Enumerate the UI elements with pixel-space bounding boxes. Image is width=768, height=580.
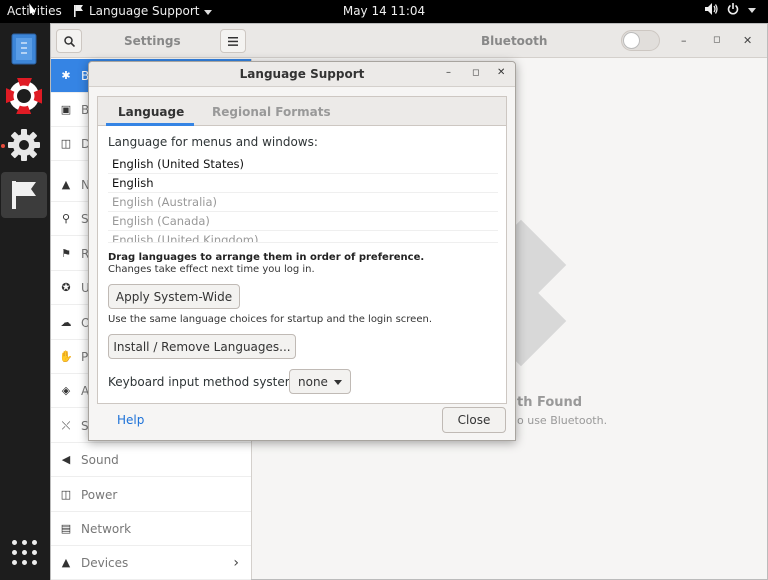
diamond-icon: ◈ bbox=[61, 384, 71, 397]
sidebar-item-sound[interactable]: ◀ Sound bbox=[51, 443, 251, 477]
apply-system-wide-button[interactable]: Apply System-Wide bbox=[108, 284, 240, 309]
settings-title: Settings bbox=[124, 34, 181, 48]
panel-title: Bluetooth bbox=[481, 34, 548, 48]
dock-settings[interactable] bbox=[1, 122, 47, 168]
sidebar-item-power[interactable]: ◫ Power bbox=[51, 478, 251, 512]
chevron-right-icon: › bbox=[233, 554, 239, 571]
power-icon bbox=[727, 3, 739, 15]
list-item[interactable]: English bbox=[108, 174, 498, 193]
list-item[interactable]: English (Australia) bbox=[108, 193, 498, 212]
keyboard-input-label: Keyboard input method system: bbox=[108, 375, 301, 389]
sidebar-item-label: Power bbox=[81, 487, 118, 502]
sidebar-item-devices[interactable]: ▲ Devices › bbox=[51, 546, 251, 580]
hamburger-icon bbox=[228, 36, 238, 46]
search-button[interactable] bbox=[56, 29, 82, 53]
tab-regional-formats[interactable]: Regional Formats bbox=[212, 105, 331, 119]
show-applications-button[interactable] bbox=[12, 540, 38, 566]
help-button[interactable]: Help bbox=[117, 413, 144, 427]
effect-hint: Changes take effect next time you log in… bbox=[108, 264, 315, 275]
clock[interactable]: May 14 11:04 bbox=[0, 4, 768, 18]
sidebar-item-label: Devices bbox=[81, 555, 129, 570]
list-item[interactable]: English (United States) bbox=[108, 155, 498, 174]
select-value: none bbox=[298, 374, 328, 389]
gear-icon bbox=[8, 129, 40, 161]
close-dialog-button[interactable]: ✕ bbox=[497, 67, 505, 78]
devices-icon: ▲ bbox=[61, 556, 71, 569]
minimize-button[interactable]: – bbox=[681, 34, 687, 47]
accessibility-icon: ✪ bbox=[61, 281, 71, 294]
list-item[interactable]: English (United Kingdom) bbox=[108, 231, 498, 243]
maximize-button[interactable]: ◻ bbox=[472, 68, 479, 78]
toggle-knob bbox=[623, 32, 640, 49]
lifebuoy-icon bbox=[6, 78, 42, 114]
dock-language-support[interactable] bbox=[1, 172, 47, 218]
document-icon bbox=[11, 33, 37, 65]
dialog-title: Language Support bbox=[239, 67, 365, 81]
chevron-down-icon bbox=[748, 7, 756, 13]
sidebar-item-label: Sound bbox=[81, 452, 119, 467]
power-icon: ◫ bbox=[60, 488, 72, 501]
keyboard-input-method-select[interactable]: none bbox=[289, 369, 351, 394]
network-icon: ▤ bbox=[60, 522, 72, 535]
speaker-icon: ◀ bbox=[61, 453, 71, 466]
minimize-button[interactable]: – bbox=[446, 67, 451, 78]
top-bar: Activities Language Support May 14 11:04 bbox=[0, 0, 768, 23]
apply-hint: Use the same language choices for startu… bbox=[108, 314, 432, 325]
settings-header-bar: Settings Bluetooth – ◻ ✕ bbox=[51, 24, 767, 58]
bell-icon: ▲ bbox=[61, 178, 71, 191]
sidebar-item-network[interactable]: ▤ Network bbox=[51, 512, 251, 546]
dock-files[interactable] bbox=[1, 26, 47, 72]
empty-state-title: th Found bbox=[517, 395, 583, 410]
dock bbox=[0, 23, 50, 580]
search-icon bbox=[63, 35, 75, 47]
drag-hint: Drag languages to arrange them in order … bbox=[108, 252, 425, 263]
bluetooth-toggle[interactable] bbox=[621, 30, 660, 51]
maximize-button[interactable]: ◻ bbox=[713, 35, 720, 45]
menu-language-label: Language for menus and windows: bbox=[108, 135, 318, 149]
system-menu[interactable] bbox=[705, 3, 756, 15]
flag-icon bbox=[12, 181, 36, 209]
hand-icon: ✋ bbox=[59, 350, 73, 363]
language-list[interactable]: English (United States) English English … bbox=[108, 155, 498, 243]
dialog-notebook: Language Regional Formats Language for m… bbox=[97, 96, 507, 404]
list-item[interactable]: English (Canada) bbox=[108, 212, 498, 231]
tab-bar: Language Regional Formats bbox=[98, 97, 506, 126]
tab-language[interactable]: Language bbox=[118, 105, 184, 119]
cloud-icon: ☁ bbox=[60, 316, 72, 329]
dock-help[interactable] bbox=[1, 73, 47, 119]
volume-icon bbox=[705, 3, 718, 15]
menu-button[interactable] bbox=[220, 29, 246, 53]
close-window-button[interactable]: ✕ bbox=[743, 34, 752, 47]
sidebar-item-label: Network bbox=[81, 521, 132, 536]
language-support-dialog: Language Support – ◻ ✕ Language Regional… bbox=[88, 61, 516, 441]
search-icon: ⚲ bbox=[61, 212, 71, 225]
background-icon: ▣ bbox=[60, 103, 72, 116]
empty-state-subtitle: o use Bluetooth. bbox=[517, 414, 608, 427]
share-icon: ⤬ bbox=[61, 418, 71, 432]
chevron-down-icon bbox=[333, 380, 342, 385]
close-button[interactable]: Close bbox=[442, 407, 506, 433]
flag-icon: ⚑ bbox=[61, 247, 71, 260]
dialog-title-bar: Language Support – ◻ ✕ bbox=[89, 62, 515, 87]
active-tab-indicator bbox=[106, 123, 194, 126]
display-icon: ◫ bbox=[60, 137, 72, 150]
install-remove-languages-button[interactable]: Install / Remove Languages... bbox=[108, 334, 296, 359]
bluetooth-icon: ✱ bbox=[61, 69, 71, 82]
